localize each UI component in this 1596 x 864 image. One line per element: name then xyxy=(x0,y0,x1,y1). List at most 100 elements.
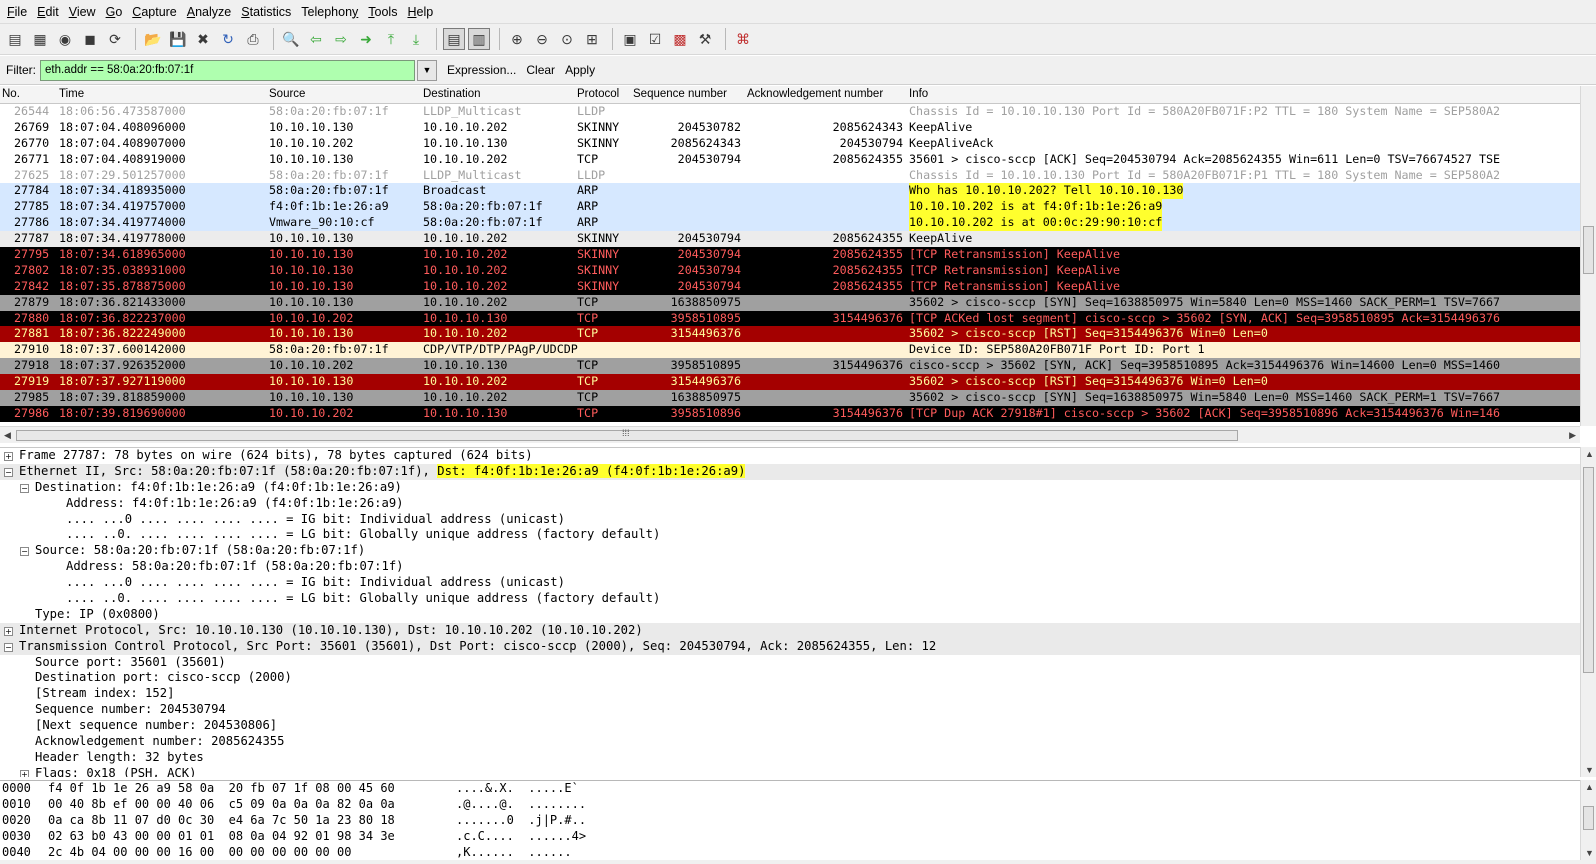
hex-row[interactable]: 0040 2c 4b 04 00 00 00 16 00 00 00 00 00 … xyxy=(0,845,1580,860)
column-header-no[interactable]: No. xyxy=(2,88,20,100)
packet-row[interactable]: 26770 18:07:04.408907000 10.10.10.202 10.10… xyxy=(0,135,1580,152)
expand-icon[interactable]: + xyxy=(4,626,13,636)
detail-row[interactable]: − Destination: f4:0f:1b:1e:26:a9 (f4:0f:1… xyxy=(0,480,1580,496)
packet-row[interactable]: 26771 18:07:04.408919000 10.10.10.130 10.10… xyxy=(0,151,1580,168)
menu-item[interactable]: Capture xyxy=(127,0,181,24)
packet-row[interactable]: 26769 18:07:04.408096000 10.10.10.130 10.10… xyxy=(0,119,1580,136)
detail-row[interactable]: − Transmission Control Protocol, Src Port… xyxy=(0,638,1580,655)
packet-row[interactable]: 27625 18:07:29.501257000 58:0a:20:fb:07:1f… xyxy=(0,167,1580,184)
detail-row[interactable]: − Ethernet II, Src: 58:0a:20:fb:07:1f (58… xyxy=(0,463,1580,480)
expression-button[interactable]: Expression... xyxy=(447,63,516,77)
menu-item[interactable]: Edit xyxy=(32,0,64,24)
go-forward-icon[interactable]: ⇨ xyxy=(330,28,352,50)
detail-row[interactable]: Address: 58:0a:20:fb:07:1f (58:0a:20:fb:… xyxy=(0,559,1580,575)
packet-row[interactable]: 27842 18:07:35.878875000 10.10.10.130 10.10… xyxy=(0,278,1580,295)
detail-row[interactable]: .... ..0. .... .... .... .... = LG bit: … xyxy=(0,591,1580,607)
detail-row[interactable]: Sequence number: 204530794 xyxy=(0,702,1580,718)
go-to-packet-icon[interactable]: ➜ xyxy=(355,28,377,50)
column-header-info[interactable]: Info xyxy=(909,88,928,100)
detail-row[interactable]: [Next sequence number: 204530806] xyxy=(0,718,1580,734)
auto-scroll-icon[interactable]: ▥ xyxy=(468,28,490,50)
packet-row[interactable]: 27786 18:07:34.419774000 Vmware_90:10:cf 58… xyxy=(0,215,1580,232)
packet-list-hscroll[interactable]: ◀ ⁞⁞⁞ ▶ xyxy=(0,426,1580,443)
restart-capture-icon[interactable]: ⟳ xyxy=(104,28,126,50)
detail-row[interactable]: Header length: 32 bytes xyxy=(0,750,1580,766)
packet-row[interactable]: 27985 18:07:39.818859000 10.10.10.130 10.10… xyxy=(0,390,1580,406)
find-packet-icon[interactable]: 🔍 xyxy=(280,28,302,50)
packet-row[interactable]: 27918 18:07:37.926352000 10.10.10.202 10.10… xyxy=(0,358,1580,375)
colorize-icon[interactable]: ▤ xyxy=(443,28,465,50)
menu-item[interactable]: Telephony xyxy=(296,0,363,24)
packet-row[interactable]: 27784 18:07:34.418935000 58:0a:20:fb:07:1f… xyxy=(0,183,1580,200)
scroll-up-icon[interactable]: ▲ xyxy=(1585,449,1594,459)
packet-details-tree[interactable]: + Frame 27787: 78 bytes on wire (624 bits… xyxy=(0,447,1580,777)
detail-row[interactable]: + Frame 27787: 78 bytes on wire (624 bits… xyxy=(0,448,1580,464)
menu-item[interactable]: Go xyxy=(101,0,128,24)
filter-input[interactable] xyxy=(40,59,415,81)
menu-item[interactable]: File xyxy=(2,0,32,24)
packet-row[interactable]: 27787 18:07:34.419778000 10.10.10.130 10.10… xyxy=(0,231,1580,248)
collapse-icon[interactable]: − xyxy=(4,467,13,477)
reload-icon[interactable]: ↻ xyxy=(217,28,239,50)
packet-row[interactable]: 27880 18:07:36.822237000 10.10.10.202 10.10… xyxy=(0,310,1580,327)
clear-button[interactable]: Clear xyxy=(526,63,555,77)
scroll-up-icon[interactable]: ▲ xyxy=(1585,782,1594,792)
packet-row[interactable]: 26544 18:06:56.473587000 58:0a:20:fb:07:1f… xyxy=(0,104,1580,120)
packet-list-vscroll[interactable] xyxy=(1580,86,1596,426)
collapse-icon[interactable]: − xyxy=(20,483,29,493)
zoom-in-icon[interactable]: ⊕ xyxy=(506,28,528,50)
go-first-icon[interactable]: ⤒ xyxy=(380,28,402,50)
filter-dropdown-button[interactable]: ▼ xyxy=(417,59,437,81)
detail-row[interactable]: .... ..0. .... .... .... .... = LG bit: … xyxy=(0,527,1580,543)
column-header-time[interactable]: Time xyxy=(59,88,84,100)
menu-item[interactable]: View xyxy=(64,0,101,24)
column-header-protocol[interactable]: Protocol xyxy=(577,88,619,100)
scroll-left-icon[interactable]: ◀ xyxy=(4,430,11,441)
apply-button[interactable]: Apply xyxy=(565,63,595,77)
capture-options-icon[interactable]: ▦ xyxy=(29,28,51,50)
detail-row[interactable]: + Internet Protocol, Src: 10.10.10.130 (1… xyxy=(0,622,1580,639)
interface-list-icon[interactable]: ▤ xyxy=(4,28,26,50)
go-last-icon[interactable]: ⤓ xyxy=(405,28,427,50)
zoom-normal-icon[interactable]: ⊙ xyxy=(556,28,578,50)
detail-row[interactable]: Source port: 35601 (35601) xyxy=(0,655,1580,671)
detail-row[interactable]: .... ...0 .... .... .... .... = IG bit: … xyxy=(0,512,1580,528)
menu-item[interactable]: Help xyxy=(402,0,438,24)
packet-row[interactable]: 27910 18:07:37.600142000 58:0a:20:fb:07:1f… xyxy=(0,342,1580,359)
detail-row[interactable]: .... ...0 .... .... .... .... = IG bit: … xyxy=(0,575,1580,591)
packet-list[interactable]: No. Time Source Destination Protocol Seq… xyxy=(0,86,1596,426)
detail-row[interactable]: Type: IP (0x0800) xyxy=(0,607,1580,623)
packet-row[interactable]: 27986 18:07:39.819690000 10.10.10.202 10.10… xyxy=(0,405,1580,422)
print-icon[interactable]: ⎙ xyxy=(242,28,264,50)
scroll-thumb[interactable] xyxy=(1583,806,1594,830)
column-header-source[interactable]: Source xyxy=(269,88,305,100)
resize-columns-icon[interactable]: ⊞ xyxy=(581,28,603,50)
expand-icon[interactable]: + xyxy=(20,769,29,777)
packet-row[interactable]: 27879 18:07:36.821433000 10.10.10.130 10.10… xyxy=(0,294,1580,311)
scroll-right-icon[interactable]: ▶ xyxy=(1569,430,1576,441)
coloring-rules-icon[interactable]: ▩ xyxy=(669,28,691,50)
expand-icon[interactable]: + xyxy=(4,452,13,461)
start-capture-icon[interactable]: ◉ xyxy=(54,28,76,50)
close-file-icon[interactable]: ✖ xyxy=(192,28,214,50)
detail-row[interactable]: Destination port: cisco-sccp (2000) xyxy=(0,670,1580,686)
detail-row[interactable]: Acknowledgement number: 2085624355 xyxy=(0,734,1580,750)
hex-row[interactable]: 0020 0a ca 8b 11 07 d0 0c 30 e4 6a 7c 50 … xyxy=(0,813,1580,829)
packet-row[interactable]: 27795 18:07:34.618965000 10.10.10.130 10.10… xyxy=(0,247,1580,263)
collapse-icon[interactable]: − xyxy=(20,547,29,557)
scroll-thumb[interactable] xyxy=(1583,226,1594,274)
detail-row[interactable]: + Flags: 0x18 (PSH, ACK) xyxy=(0,766,1580,777)
packet-row[interactable]: 27881 18:07:36.822249000 10.10.10.130 10.10… xyxy=(0,326,1580,343)
scroll-down-icon[interactable]: ▼ xyxy=(1585,848,1594,858)
hex-row[interactable]: 0000 f4 0f 1b 1e 26 a9 58 0a 20 fb 07 1f … xyxy=(0,781,1580,797)
stop-capture-icon[interactable]: ◼ xyxy=(79,28,101,50)
menu-item[interactable]: Statistics xyxy=(236,0,296,24)
hex-row[interactable]: 0030 02 63 b0 43 00 00 01 01 08 0a 04 92 … xyxy=(0,829,1580,845)
zoom-out-icon[interactable]: ⊖ xyxy=(531,28,553,50)
packet-row[interactable]: 27802 18:07:35.038931000 10.10.10.130 10.10… xyxy=(0,262,1580,279)
details-vscroll[interactable]: ▲ ▼ xyxy=(1580,447,1596,777)
go-back-icon[interactable]: ⇦ xyxy=(305,28,327,50)
capture-filters-icon[interactable]: ▣ xyxy=(619,28,641,50)
menu-item[interactable]: Tools xyxy=(363,0,402,24)
scroll-thumb[interactable] xyxy=(1583,467,1594,673)
